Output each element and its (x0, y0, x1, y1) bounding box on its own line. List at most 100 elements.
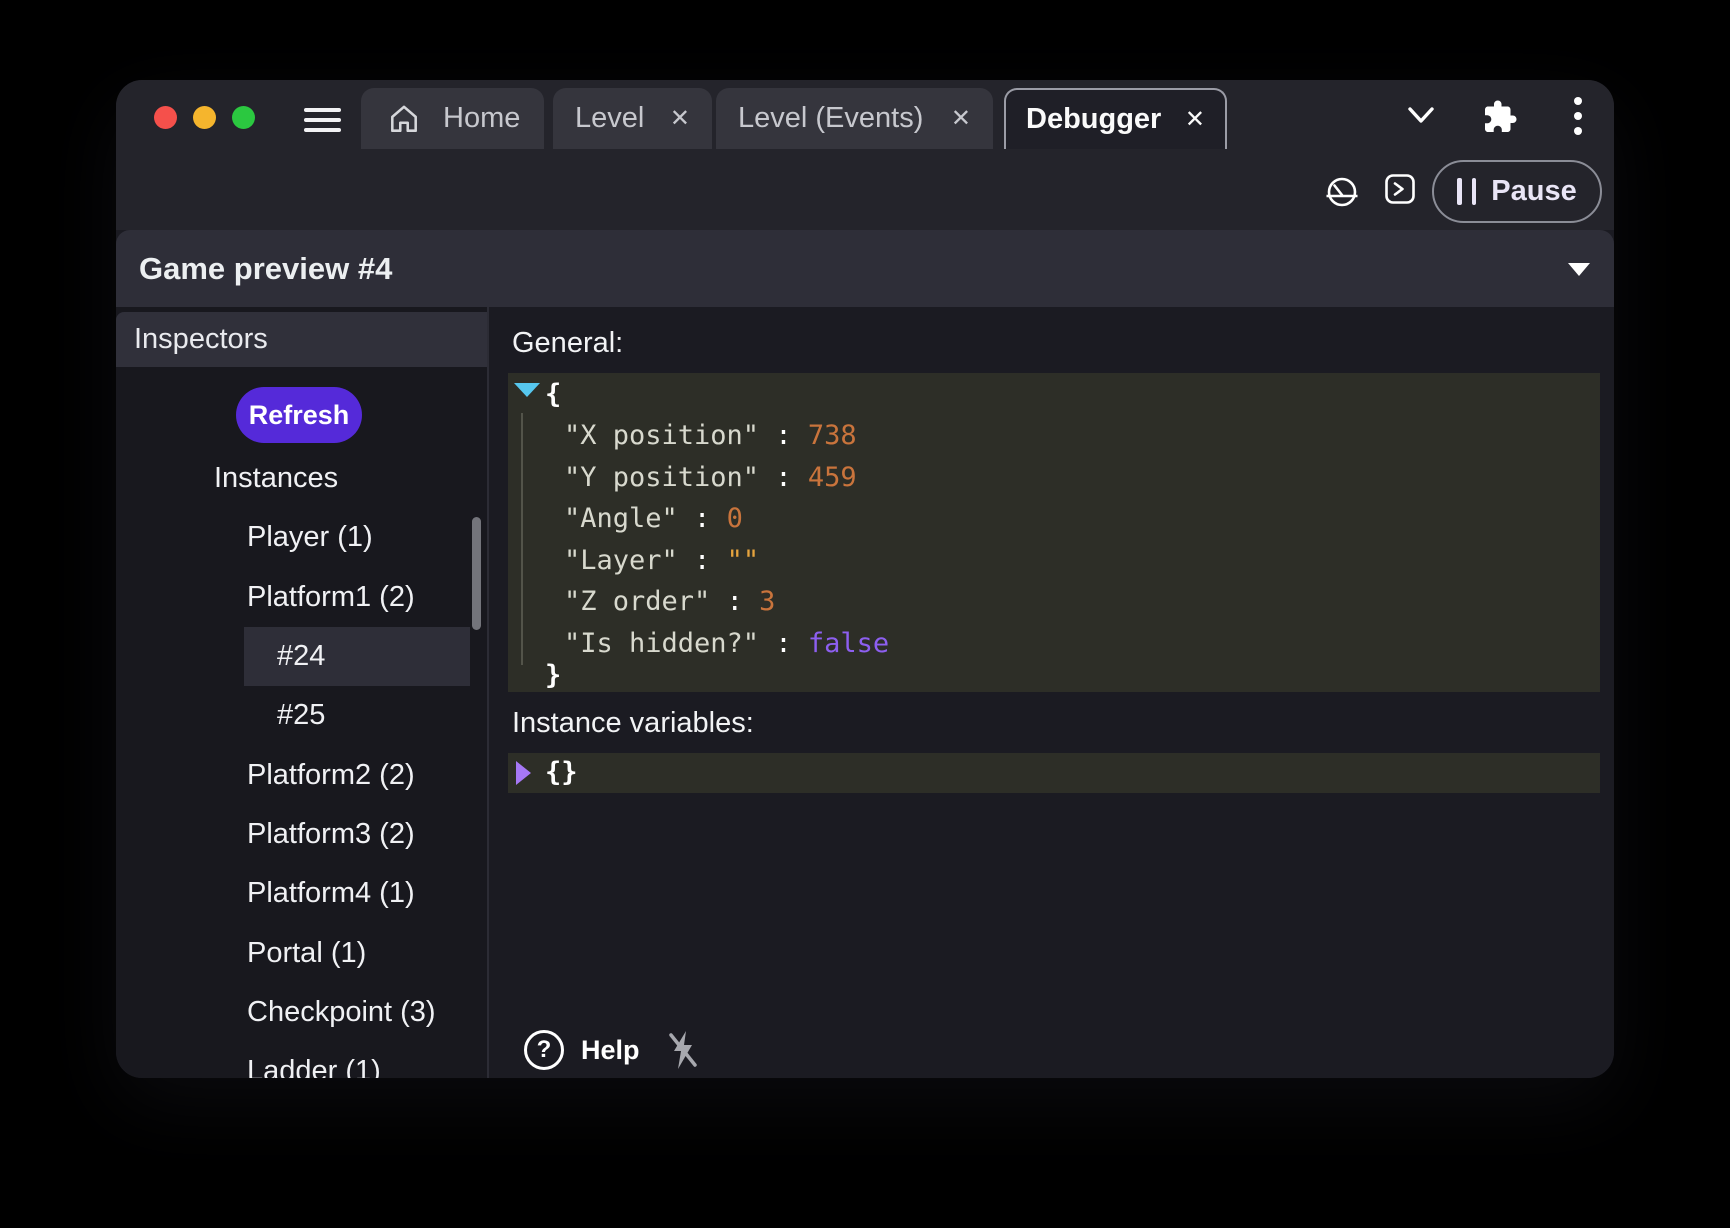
pause-icon (1457, 178, 1476, 205)
expand-expander-icon[interactable] (516, 761, 531, 785)
property-key: "Is hidden?" (564, 628, 759, 659)
pause-button-label: Pause (1491, 175, 1576, 208)
flash-off-icon[interactable] (663, 1030, 703, 1070)
property-value: 459 (808, 462, 857, 493)
property-angle: "Angle" : 0 (564, 498, 889, 540)
tab-bar: Home Level ✕ Level (Events) ✕ Debugger ✕ (361, 88, 1227, 149)
sidebar-item-label: Ladder (1) (247, 1055, 381, 1078)
tab-label: Level (575, 102, 644, 135)
home-icon (387, 102, 421, 136)
general-section-label: General: (512, 327, 623, 360)
app-window: Home Level ✕ Level (Events) ✕ Debugger ✕ (116, 80, 1614, 1078)
traffic-lights (154, 106, 255, 129)
sidebar-item-platform2-2[interactable]: Platform2 (2) (116, 745, 487, 804)
hamburger-menu-icon[interactable] (304, 108, 341, 132)
instance-variables-label: Instance variables: (512, 707, 754, 740)
sidebar-item-24[interactable]: #24 (116, 627, 487, 686)
property-rows: "X position" : 738"Y position" : 459"Ang… (564, 415, 889, 664)
sidebar-item-label: Platform1 (2) (247, 581, 415, 614)
extensions-puzzle-icon[interactable] (1482, 99, 1518, 135)
refresh-button[interactable]: Refresh (236, 387, 362, 443)
tab-label: Debugger (1026, 103, 1161, 136)
property-layer: "Layer" : "" (564, 540, 889, 582)
sidebar-item-label: #24 (277, 640, 325, 673)
help-label: Help (581, 1035, 640, 1066)
game-preview-title: Game preview #4 (139, 230, 392, 307)
inspector-detail-panel: General: { "X position" : 738"Y position… (489, 307, 1614, 1078)
sidebar-item-label: Platform4 (1) (247, 877, 415, 910)
help-footer: ? Help (524, 1030, 703, 1070)
property-key: "Layer" (564, 545, 678, 576)
tab-close-icon[interactable]: ✕ (1185, 108, 1205, 132)
property-key: "Z order" (564, 586, 710, 617)
empty-object-braces: {} (545, 753, 578, 793)
sidebar-item-label: Platform3 (2) (247, 818, 415, 851)
inspectors-sidebar: Inspectors Refresh Instances Player (1) Pl… (116, 307, 487, 1078)
key-value-separator: : (710, 586, 759, 617)
property-key: "X position" (564, 420, 759, 451)
property-key: "Y position" (564, 462, 759, 493)
tab-home[interactable]: Home (361, 88, 544, 149)
sidebar-item-player-1[interactable]: Player (1) (116, 508, 487, 567)
pause-button[interactable]: Pause (1432, 160, 1602, 223)
property-value: 3 (759, 586, 775, 617)
instances-tree: Instances Player (1) Platform1 (2) #24 #25 Pl… (116, 449, 487, 1078)
maximize-window-button[interactable] (232, 106, 255, 129)
minimize-window-button[interactable] (193, 106, 216, 129)
property-z-order: "Z order" : 3 (564, 581, 889, 623)
tab-label: Home (443, 102, 520, 135)
property-value: "" (727, 545, 760, 576)
kebab-menu-icon[interactable] (1574, 97, 1582, 135)
sidebar-item-label: Portal (1) (247, 937, 366, 970)
sidebar-item-25[interactable]: #25 (116, 686, 487, 745)
sidebar-item-platform3-2[interactable]: Platform3 (2) (116, 805, 487, 864)
sidebar-item-platform4-1[interactable]: Platform4 (1) (116, 864, 487, 923)
sidebar-item-checkpoint-3[interactable]: Checkpoint (3) (116, 983, 487, 1042)
console-icon[interactable] (1385, 174, 1415, 204)
sidebar-item-label: #25 (277, 699, 325, 732)
window-chrome: Home Level ✕ Level (Events) ✕ Debugger ✕ (116, 80, 1614, 230)
screen-background: Home Level ✕ Level (Events) ✕ Debugger ✕ (0, 0, 1730, 1228)
instance-variables-json: {} (508, 753, 1600, 793)
sidebar-item-platform1-2[interactable]: Platform1 (2) (116, 568, 487, 627)
key-value-separator: : (678, 503, 727, 534)
debugger-content: Inspectors Refresh Instances Player (1) Pl… (116, 307, 1614, 1078)
game-preview-selector[interactable]: Game preview #4 (116, 230, 1614, 307)
tab-level-events[interactable]: Level (Events) ✕ (716, 88, 993, 149)
json-open-brace: { (545, 377, 561, 413)
property-y-position: "Y position" : 459 (564, 457, 889, 499)
help-icon[interactable]: ? (524, 1030, 564, 1070)
dropdown-caret-icon (1568, 263, 1590, 276)
sidebar-item-label: Player (1) (247, 521, 373, 554)
property-x-position: "X position" : 738 (564, 415, 889, 457)
key-value-separator: : (759, 420, 808, 451)
tab-close-icon[interactable]: ✕ (951, 107, 971, 131)
sidebar-item-ladder-1[interactable]: Ladder (1) (116, 1042, 487, 1078)
collapse-expander-icon[interactable] (514, 383, 540, 397)
tab-debugger[interactable]: Debugger ✕ (1004, 88, 1227, 149)
inspectors-header: Inspectors (116, 312, 487, 367)
sidebar-item-label: Checkpoint (3) (247, 996, 436, 1029)
key-value-separator: : (759, 462, 808, 493)
property-is-hidden: "Is hidden?" : false (564, 623, 889, 665)
sidebar-item-portal-1[interactable]: Portal (1) (116, 923, 487, 982)
sidebar-item-instances[interactable]: Instances (116, 449, 487, 508)
indent-guide-line (521, 413, 523, 665)
sidebar-scrollbar-thumb[interactable] (472, 517, 481, 630)
json-close-brace: } (545, 664, 561, 692)
property-key: "Angle" (564, 503, 678, 534)
property-value: 738 (808, 420, 857, 451)
key-value-separator: : (759, 628, 808, 659)
sidebar-item-label: Instances (214, 462, 338, 495)
general-properties-json: { "X position" : 738"Y position" : 459"A… (508, 373, 1600, 692)
tab-close-icon[interactable]: ✕ (670, 107, 690, 131)
profiler-gauge-icon[interactable] (1326, 176, 1358, 208)
sidebar-item-label: Platform2 (2) (247, 759, 415, 792)
chevron-down-icon[interactable] (1408, 107, 1434, 125)
key-value-separator: : (678, 545, 727, 576)
property-value: 0 (727, 503, 743, 534)
property-value: false (808, 628, 889, 659)
tab-level[interactable]: Level ✕ (553, 88, 712, 149)
close-window-button[interactable] (154, 106, 177, 129)
tab-label: Level (Events) (738, 102, 923, 135)
